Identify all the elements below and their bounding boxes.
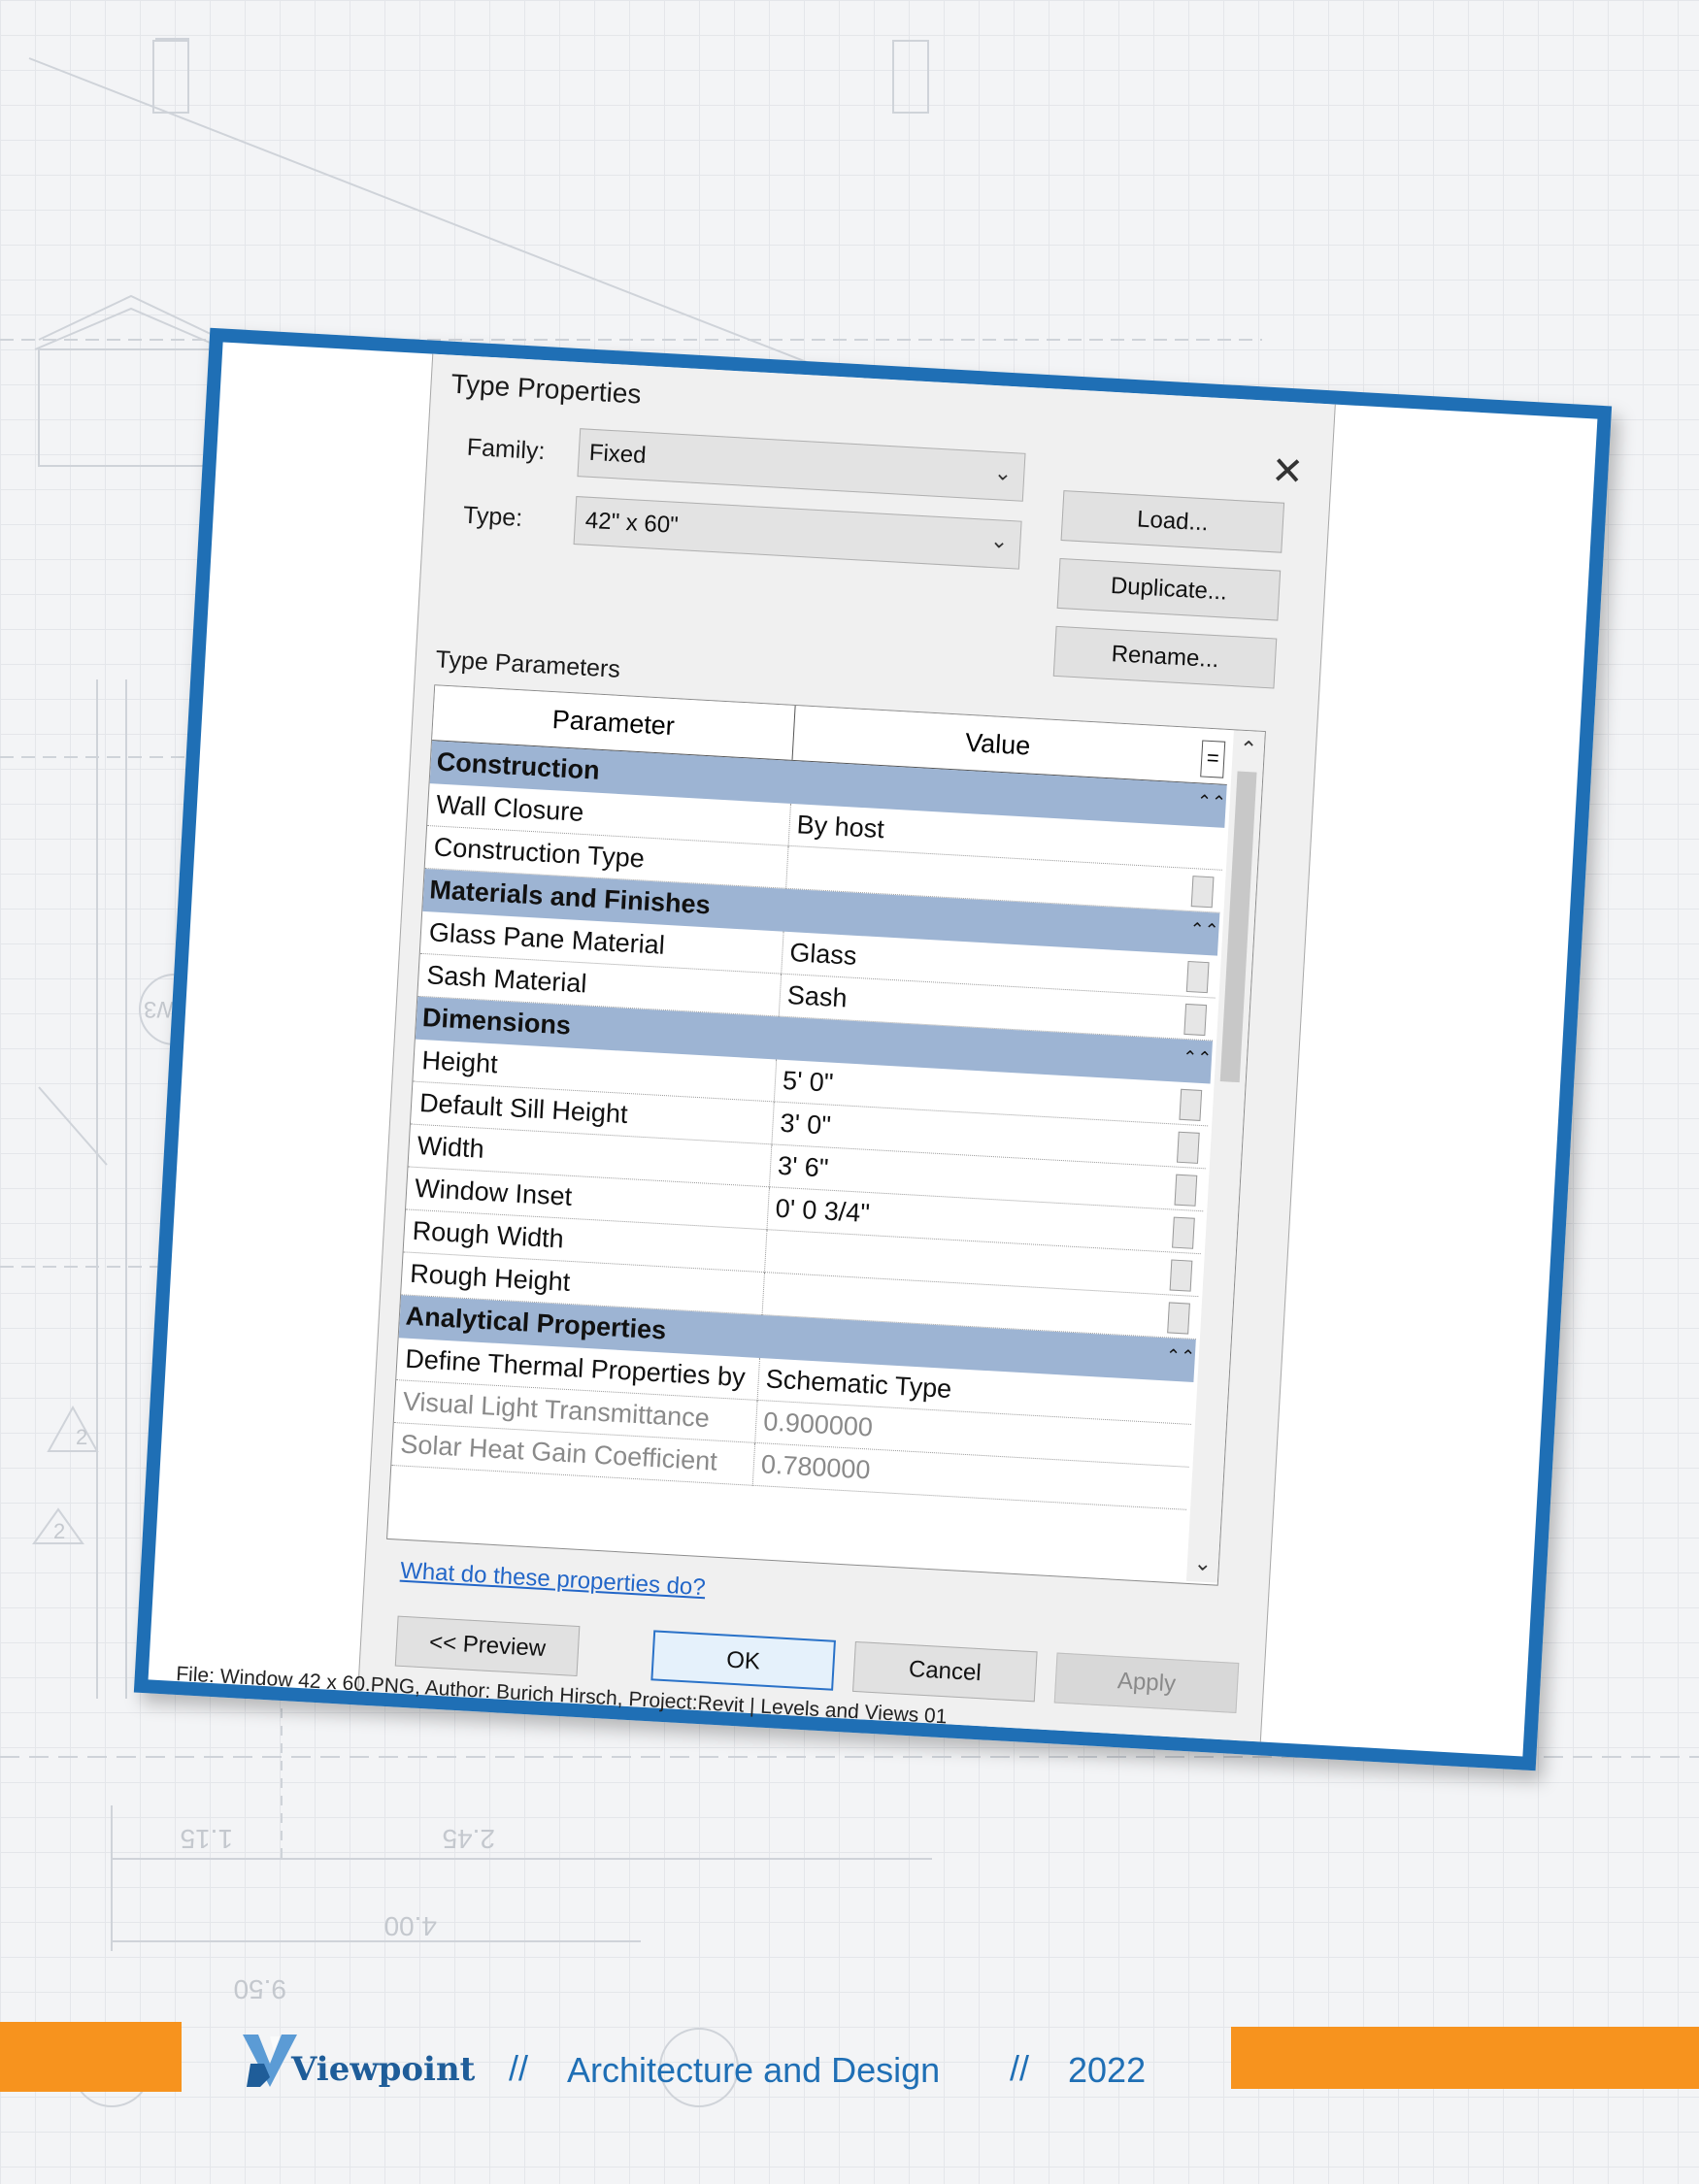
dimension-label: 9.50 — [234, 1974, 287, 2004]
cancel-button[interactable]: Cancel — [852, 1640, 1038, 1703]
collapse-icon[interactable]: ⌃⌃ — [1165, 1345, 1195, 1368]
param-value[interactable]: 3' 6" — [777, 1151, 829, 1184]
ok-button[interactable]: OK — [650, 1630, 836, 1691]
type-value: 42" x 60" — [584, 507, 680, 539]
screenshot-frame: Type Properties ✕ Family: Fixed ⌄ Type: … — [133, 327, 1613, 1771]
apply-button[interactable]: Apply — [1053, 1652, 1240, 1713]
param-name: Sash Material — [425, 960, 588, 999]
type-select[interactable]: 42" x 60" ⌄ — [573, 496, 1022, 570]
param-name: Width — [416, 1130, 485, 1164]
level-tag: 2 — [76, 1425, 87, 1449]
dimension-label: 4.00 — [384, 1911, 438, 1941]
footer-section: Architecture and Design — [567, 2050, 941, 2090]
group-label: Analytical Properties — [405, 1301, 667, 1345]
associate-parameter-button[interactable] — [1167, 1302, 1190, 1335]
dimension-label: 1.15 — [181, 1824, 234, 1854]
param-name: Default Sill Height — [418, 1088, 629, 1129]
param-name: Wall Closure — [435, 789, 585, 827]
family-label: Family: — [466, 433, 547, 466]
associate-parameter-button[interactable] — [1172, 1216, 1195, 1249]
preview-button[interactable]: << Preview — [394, 1615, 581, 1677]
footer-accent-bar-right — [1231, 2027, 1699, 2089]
param-name: Glass Pane Material — [428, 917, 666, 960]
param-value[interactable]: 5' 0" — [782, 1066, 834, 1099]
group-label: Construction — [436, 746, 601, 785]
associate-parameter-button[interactable] — [1174, 1174, 1198, 1207]
associate-parameter-button[interactable] — [1176, 1131, 1200, 1164]
type-parameters-grid: Parameter Value = ⌃ ⌄ Construction ⌃⌃ Wa… — [386, 684, 1266, 1586]
load-button[interactable]: Load... — [1060, 490, 1285, 553]
group-label: Dimensions — [421, 1003, 572, 1041]
help-link[interactable]: What do these properties do? — [399, 1558, 707, 1603]
footer-year: 2022 — [1068, 2050, 1147, 2090]
footer-separator: // — [1010, 2048, 1030, 2088]
param-name: Rough Width — [411, 1215, 565, 1254]
collapse-icon[interactable]: ⌃⌃ — [1182, 1047, 1213, 1070]
param-name: Rough Height — [409, 1258, 572, 1297]
param-name: Window Inset — [414, 1173, 573, 1211]
duplicate-button[interactable]: Duplicate... — [1056, 557, 1282, 621]
dimension-label: 2.45 — [443, 1824, 496, 1854]
rename-button[interactable]: Rename... — [1052, 625, 1278, 689]
type-label: Type: — [462, 501, 523, 532]
scroll-thumb[interactable] — [1219, 771, 1257, 1083]
associate-parameter-button[interactable] — [1169, 1259, 1193, 1292]
collapse-icon[interactable]: ⌃⌃ — [1196, 791, 1226, 813]
type-properties-dialog: Type Properties ✕ Family: Fixed ⌄ Type: … — [357, 353, 1336, 1742]
param-value[interactable]: Schematic Type — [765, 1364, 952, 1405]
param-value[interactable]: By host — [796, 810, 885, 844]
collapse-icon[interactable]: ⌃⌃ — [1189, 919, 1219, 942]
footer-separator: // — [509, 2048, 529, 2088]
scroll-down-icon[interactable]: ⌄ — [1186, 1550, 1218, 1577]
family-value: Fixed — [588, 439, 648, 469]
viewpoint-logo-icon — [243, 2035, 297, 2087]
type-parameters-label: Type Parameters — [434, 645, 621, 683]
chevron-down-icon: ⌄ — [989, 527, 1010, 553]
level-tag: 2 — [53, 1519, 65, 1543]
param-name: Construction Type — [433, 832, 646, 874]
associate-parameter-button[interactable] — [1190, 876, 1215, 909]
dialog-title: Type Properties — [450, 368, 643, 410]
scroll-up-icon[interactable]: ⌃ — [1232, 736, 1264, 763]
associate-parameter-button[interactable] — [1179, 1088, 1203, 1121]
associate-parameter-button[interactable] — [1183, 1003, 1208, 1037]
param-value[interactable]: Glass — [789, 938, 858, 972]
param-value[interactable]: 3' 0" — [780, 1109, 832, 1142]
param-value[interactable]: Sash — [786, 980, 848, 1013]
chevron-down-icon: ⌄ — [993, 460, 1014, 486]
footer-brand: Viewpoint — [291, 2050, 476, 2089]
formula-column-header[interactable]: = — [1200, 740, 1226, 778]
grid-rows: Construction ⌃⌃ Wall Closure By host Cons… — [391, 741, 1227, 1510]
associate-parameter-button[interactable] — [1185, 960, 1210, 994]
family-select[interactable]: Fixed ⌄ — [577, 428, 1026, 502]
param-value[interactable]: 0' 0 3/4" — [775, 1194, 871, 1229]
param-name: Height — [420, 1045, 499, 1079]
param-value: 0.900000 — [762, 1406, 874, 1442]
footer-accent-bar-left — [0, 2022, 182, 2092]
param-value: 0.780000 — [760, 1449, 872, 1485]
close-icon[interactable]: ✕ — [1270, 449, 1305, 494]
